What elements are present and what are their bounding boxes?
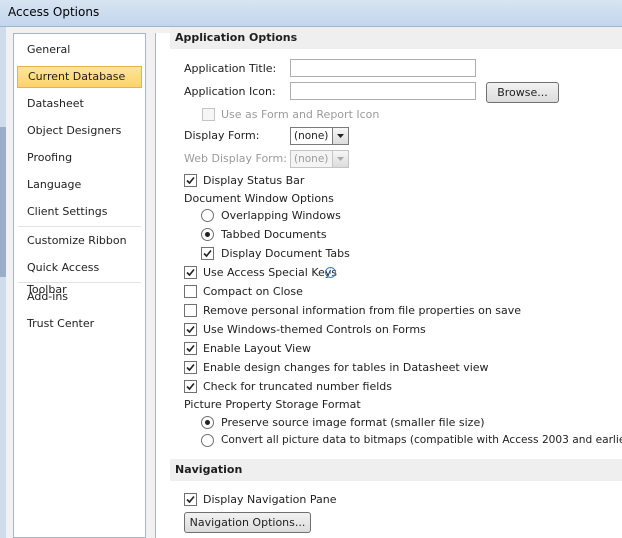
doc-window-options-label: Document Window Options [184, 192, 334, 205]
display-document-tabs-label: Display Document Tabs [221, 247, 350, 260]
display-form-value: (none) [294, 130, 329, 142]
navigation-options-button[interactable]: Navigation Options... [184, 512, 311, 533]
sidebar-item-client-settings[interactable]: Client Settings [17, 201, 142, 223]
remove-personal-info-checkbox[interactable] [184, 304, 197, 317]
sidebar-item-datasheet[interactable]: Datasheet [17, 93, 142, 115]
options-content: Application Options Application Title: A… [155, 27, 622, 538]
convert-bitmaps-label: Convert all picture data to bitmaps (com… [221, 434, 622, 446]
enable-layout-view-checkbox[interactable] [184, 342, 197, 355]
enable-design-changes-label: Enable design changes for tables in Data… [203, 361, 489, 374]
sidebar-separator [18, 226, 141, 227]
use-access-special-keys-label: Use Access Special Keys [203, 266, 338, 279]
compact-on-close-checkbox[interactable] [184, 285, 197, 298]
use-access-special-keys-checkbox[interactable] [184, 266, 197, 279]
info-icon[interactable]: i [325, 267, 336, 278]
sidebar: General Current Database Datasheet Objec… [13, 33, 146, 538]
display-nav-pane-checkbox[interactable] [184, 493, 197, 506]
sidebar-item-language[interactable]: Language [17, 174, 142, 196]
sidebar-item-current-database[interactable]: Current Database [17, 66, 142, 88]
use-windows-themed-checkbox[interactable] [184, 323, 197, 336]
web-display-form-value: (none) [294, 153, 329, 165]
application-icon-label: Application Icon: [184, 85, 276, 98]
tabbed-documents-label: Tabbed Documents [221, 228, 327, 241]
use-windows-themed-label: Use Windows-themed Controls on Forms [203, 323, 426, 336]
sidebar-item-quick-access-toolbar[interactable]: Quick Access Toolbar [17, 257, 142, 296]
check-truncated-label: Check for truncated number fields [203, 380, 392, 393]
sidebar-item-object-designers[interactable]: Object Designers [17, 120, 142, 142]
display-status-bar-checkbox[interactable] [184, 174, 197, 187]
check-truncated-checkbox[interactable] [184, 380, 197, 393]
title-bar: Access Options [0, 0, 622, 27]
preserve-source-radio[interactable] [201, 416, 214, 429]
enable-design-changes-checkbox[interactable] [184, 361, 197, 374]
frame-edge [0, 127, 6, 277]
sidebar-separator [18, 282, 141, 283]
remove-personal-info-label: Remove personal information from file pr… [203, 304, 522, 317]
web-display-form-label: Web Display Form: [184, 152, 287, 165]
convert-bitmaps-radio[interactable] [201, 434, 214, 447]
sidebar-item-add-ins[interactable]: Add-ins [17, 286, 142, 308]
application-icon-input[interactable] [290, 82, 476, 100]
chevron-down-icon [332, 151, 348, 167]
tabbed-documents-radio[interactable] [201, 228, 214, 241]
display-status-bar-label: Display Status Bar [203, 174, 305, 187]
section-application-options: Application Options [170, 27, 622, 49]
browse-button[interactable]: Browse... [486, 82, 559, 103]
display-form-label: Display Form: [184, 129, 260, 142]
display-form-select[interactable]: (none) [290, 127, 349, 145]
display-nav-pane-label: Display Navigation Pane [203, 493, 337, 506]
picture-storage-label: Picture Property Storage Format [184, 398, 361, 411]
chevron-down-icon [332, 128, 348, 144]
overlapping-windows-label: Overlapping Windows [221, 209, 341, 222]
window-title: Access Options [8, 5, 100, 19]
application-title-label: Application Title: [184, 62, 277, 75]
application-title-input[interactable] [290, 59, 476, 77]
sidebar-item-proofing[interactable]: Proofing [17, 147, 142, 169]
display-document-tabs-checkbox[interactable] [201, 247, 214, 260]
enable-layout-view-label: Enable Layout View [203, 342, 311, 355]
sidebar-item-general[interactable]: General [17, 39, 142, 61]
sidebar-item-trust-center[interactable]: Trust Center [17, 313, 142, 335]
overlapping-windows-radio[interactable] [201, 209, 214, 222]
section-navigation: Navigation [170, 459, 622, 481]
sidebar-item-customize-ribbon[interactable]: Customize Ribbon [17, 230, 142, 252]
use-as-icon-label: Use as Form and Report Icon [221, 108, 380, 121]
compact-on-close-label: Compact on Close [203, 285, 303, 298]
web-display-form-select[interactable]: (none) [290, 150, 349, 168]
preserve-source-label: Preserve source image format (smaller fi… [221, 416, 485, 429]
use-as-icon-checkbox[interactable] [202, 108, 215, 121]
